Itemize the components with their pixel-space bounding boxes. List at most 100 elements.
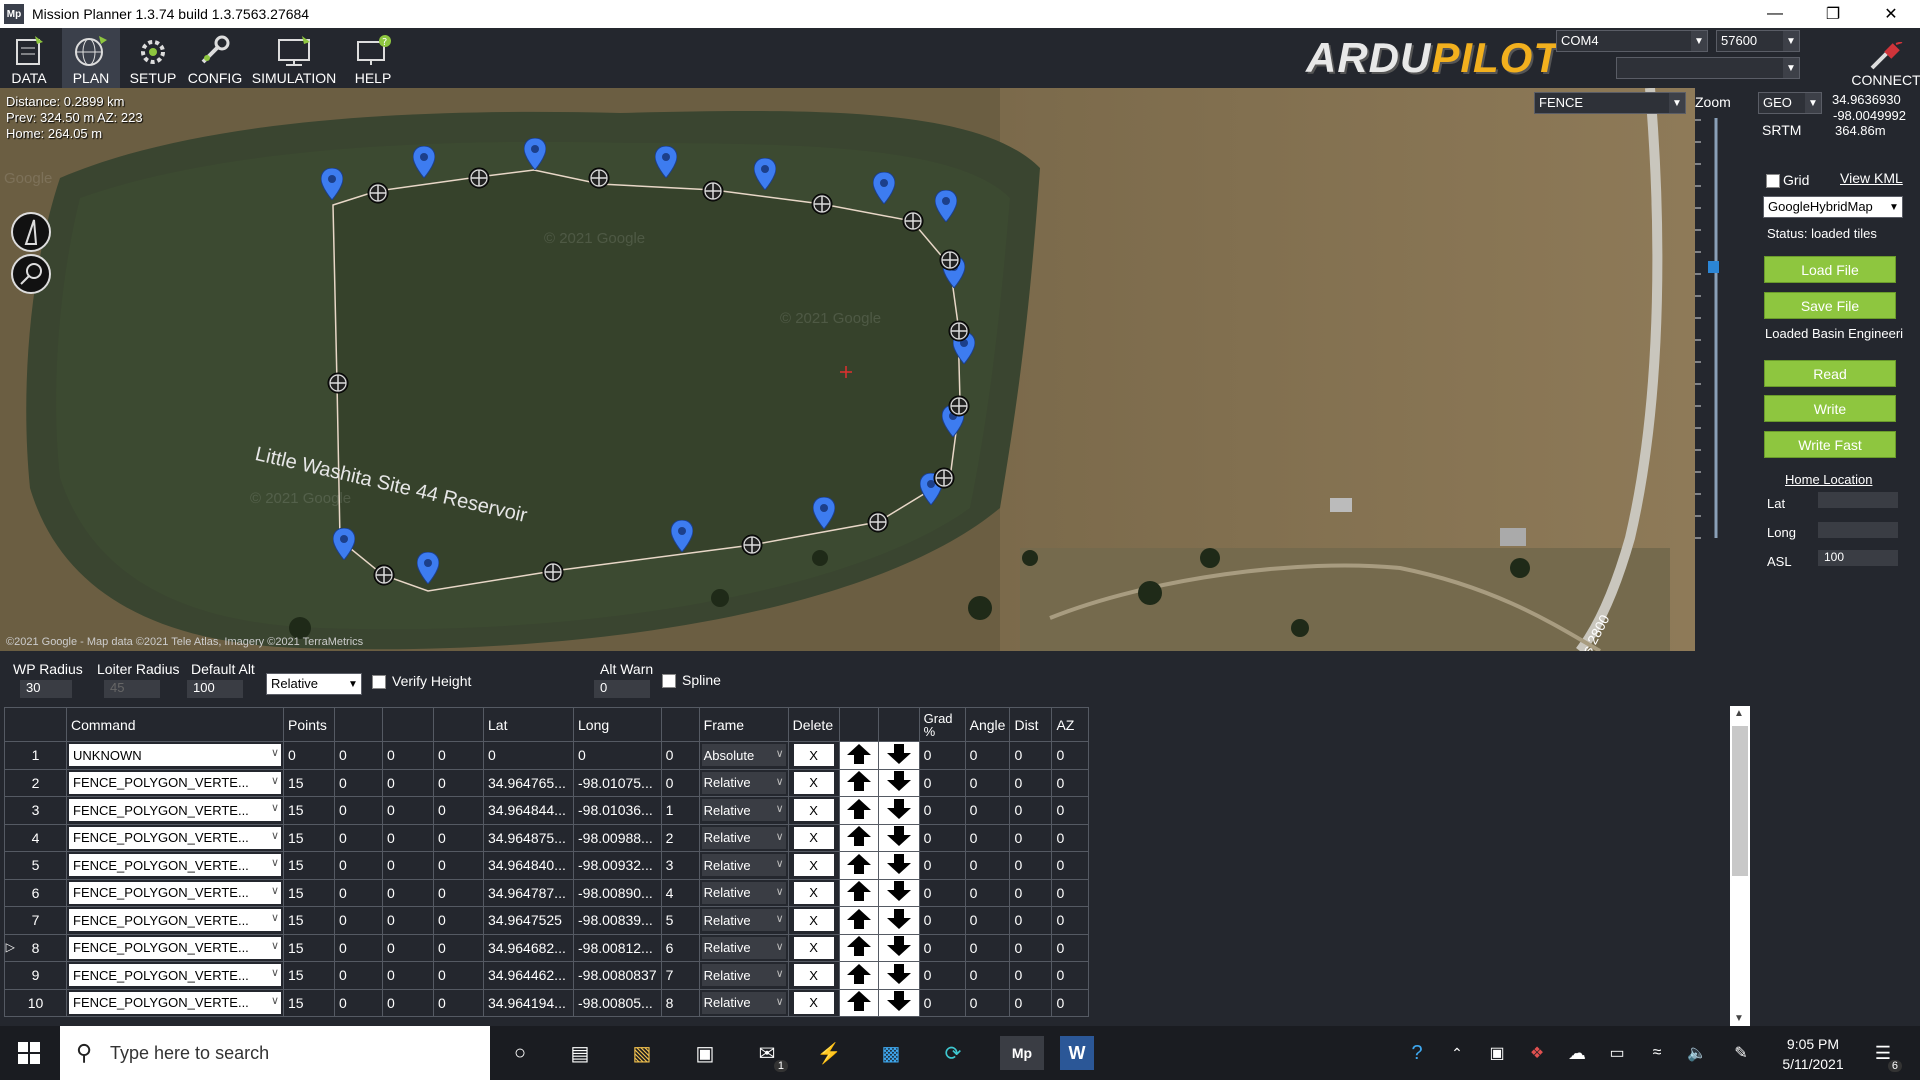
param3-cell[interactable]: 0	[382, 878, 434, 907]
move-up-arrow-icon[interactable]	[846, 770, 872, 792]
table-row[interactable]: 5 FENCE_POLYGON_VERTE... ∨ 15 0 0 0 34.964840..…	[4, 851, 1090, 880]
frame-cell[interactable]: Relative ∨	[698, 878, 789, 907]
move-up-arrow-icon[interactable]	[846, 935, 872, 957]
default-alt-input[interactable]: 100	[187, 680, 243, 698]
dropbox-icon[interactable]: ❖	[1520, 1036, 1554, 1070]
param3-cell[interactable]: 0	[382, 796, 434, 825]
points-cell[interactable]: 15	[283, 988, 335, 1017]
long-cell[interactable]: -98.01075...	[573, 768, 662, 797]
param2-cell[interactable]: 0	[334, 988, 383, 1017]
move-up-arrow-icon[interactable]	[846, 908, 872, 930]
param2-cell[interactable]: 0	[334, 768, 383, 797]
param2-cell[interactable]: 0	[334, 796, 383, 825]
layer-mode-select[interactable]: FENCE ▼	[1534, 92, 1686, 114]
long-cell[interactable]: -98.00890...	[573, 878, 662, 907]
map-zoom-search-icon[interactable]	[11, 254, 51, 294]
home-long-field[interactable]	[1818, 522, 1898, 538]
loiter-radius-input[interactable]: 45	[104, 680, 160, 698]
word-icon[interactable]: W	[1060, 1036, 1094, 1070]
param2-cell[interactable]: 0	[334, 851, 383, 880]
table-row[interactable]: 7 FENCE_POLYGON_VERTE... ∨ 15 0 0 0 34.9647525-…	[4, 906, 1090, 935]
windows-start-icon[interactable]	[12, 1036, 46, 1070]
param3-cell[interactable]: 0	[382, 823, 434, 852]
frame-select[interactable]: Relative ∨	[701, 909, 786, 932]
delete-cell[interactable]: X	[787, 741, 840, 770]
command-select[interactable]: FENCE_POLYGON_VERTE... ∨	[69, 909, 281, 932]
row-index[interactable]: 7	[4, 906, 67, 935]
long-cell[interactable]: 0	[573, 741, 662, 770]
alt-cell[interactable]: 1	[660, 796, 700, 825]
param3-cell[interactable]: 0	[382, 933, 434, 962]
row-index[interactable]: 2	[4, 768, 67, 797]
spline-checkbox[interactable]	[662, 674, 676, 688]
map-type-select[interactable]: GoogleHybridMap ▼	[1763, 196, 1903, 218]
command-cell[interactable]: FENCE_POLYGON_VERTE... ∨	[66, 933, 284, 962]
param4-cell[interactable]: 0	[433, 933, 484, 962]
col-header-frame[interactable]: Frame	[698, 707, 789, 742]
long-cell[interactable]: -98.00839...	[573, 906, 662, 935]
long-cell[interactable]: -98.00812...	[573, 933, 662, 962]
home-asl-field[interactable]: 100	[1818, 550, 1898, 566]
param4-cell[interactable]: 0	[433, 768, 484, 797]
volume-icon[interactable]: 🔈	[1680, 1036, 1714, 1070]
table-row[interactable]: 3 FENCE_POLYGON_VERTE... ∨ 15 0 0 0 34.964844..…	[4, 796, 1090, 825]
show-hidden-icons[interactable]: ⌃	[1440, 1036, 1474, 1070]
move-down-cell[interactable]	[877, 961, 920, 990]
mail-icon[interactable]: ✉ 1	[750, 1036, 788, 1072]
command-select[interactable]: FENCE_POLYGON_VERTE... ∨	[69, 771, 281, 794]
terminal-icon[interactable]: ⚡	[812, 1036, 846, 1070]
frame-select[interactable]: Absolute ∨	[701, 744, 786, 767]
grid-checkbox[interactable]	[1766, 174, 1780, 188]
move-up-cell[interactable]	[838, 988, 879, 1017]
delete-row-button[interactable]: X	[793, 964, 834, 987]
delete-row-button[interactable]: X	[793, 771, 834, 794]
points-cell[interactable]: 15	[283, 796, 335, 825]
alt-cell[interactable]: 4	[660, 878, 700, 907]
col-header-p2[interactable]	[334, 707, 383, 742]
zoom-slider[interactable]	[1695, 110, 1719, 540]
row-index[interactable]: 5	[4, 851, 67, 880]
delete-cell[interactable]: X	[787, 768, 840, 797]
setup-tab[interactable]: SETUP	[124, 28, 182, 88]
points-cell[interactable]: 0	[283, 741, 335, 770]
long-cell[interactable]: -98.00932...	[573, 851, 662, 880]
simulation-tab[interactable]: SIMULATION	[248, 28, 340, 88]
param3-cell[interactable]: 0	[382, 961, 434, 990]
port-select[interactable]: COM4 ▼	[1556, 30, 1708, 52]
command-cell[interactable]: FENCE_POLYGON_VERTE... ∨	[66, 988, 284, 1017]
points-cell[interactable]: 15	[283, 768, 335, 797]
help-tab[interactable]: ? HELP	[344, 28, 402, 88]
frame-select[interactable]: Relative ∨	[701, 881, 786, 904]
help-circle-icon[interactable]: ?	[1400, 1036, 1434, 1070]
link-select[interactable]: ▼	[1616, 57, 1800, 79]
alt-cell[interactable]: 0	[660, 768, 700, 797]
data-tab[interactable]: DATA	[0, 28, 58, 88]
frame-cell[interactable]: Relative ∨	[698, 823, 789, 852]
points-cell[interactable]: 15	[283, 961, 335, 990]
delete-row-button[interactable]: X	[793, 909, 834, 932]
points-cell[interactable]: 15	[283, 851, 335, 880]
move-up-cell[interactable]	[838, 961, 879, 990]
file-explorer-icon[interactable]: ▧	[625, 1036, 659, 1070]
baud-select[interactable]: 57600 ▼	[1716, 30, 1800, 52]
param3-cell[interactable]: 0	[382, 906, 434, 935]
move-up-cell[interactable]	[838, 796, 879, 825]
lat-cell[interactable]: 34.964787...	[483, 878, 574, 907]
battery-icon[interactable]: ▭	[1600, 1036, 1634, 1070]
col-header-p3[interactable]	[382, 707, 434, 742]
delete-cell[interactable]: X	[787, 961, 840, 990]
alt-warn-input[interactable]: 0	[594, 680, 650, 698]
points-cell[interactable]: 15	[283, 823, 335, 852]
coord-mode-select[interactable]: GEO ▼	[1758, 92, 1822, 114]
pen-icon[interactable]: ✎	[1724, 1036, 1758, 1070]
delete-cell[interactable]: X	[787, 906, 840, 935]
param4-cell[interactable]: 0	[433, 796, 484, 825]
alt-cell[interactable]: 6	[660, 933, 700, 962]
delete-cell[interactable]: X	[787, 988, 840, 1017]
command-select[interactable]: FENCE_POLYGON_VERTE... ∨	[69, 799, 281, 822]
command-cell[interactable]: FENCE_POLYGON_VERTE... ∨	[66, 796, 284, 825]
lat-cell[interactable]: 34.9647525	[483, 906, 574, 935]
move-up-cell[interactable]	[838, 906, 879, 935]
save-file-button[interactable]: Save File	[1764, 292, 1896, 319]
app-icon[interactable]: ▩	[874, 1036, 908, 1070]
